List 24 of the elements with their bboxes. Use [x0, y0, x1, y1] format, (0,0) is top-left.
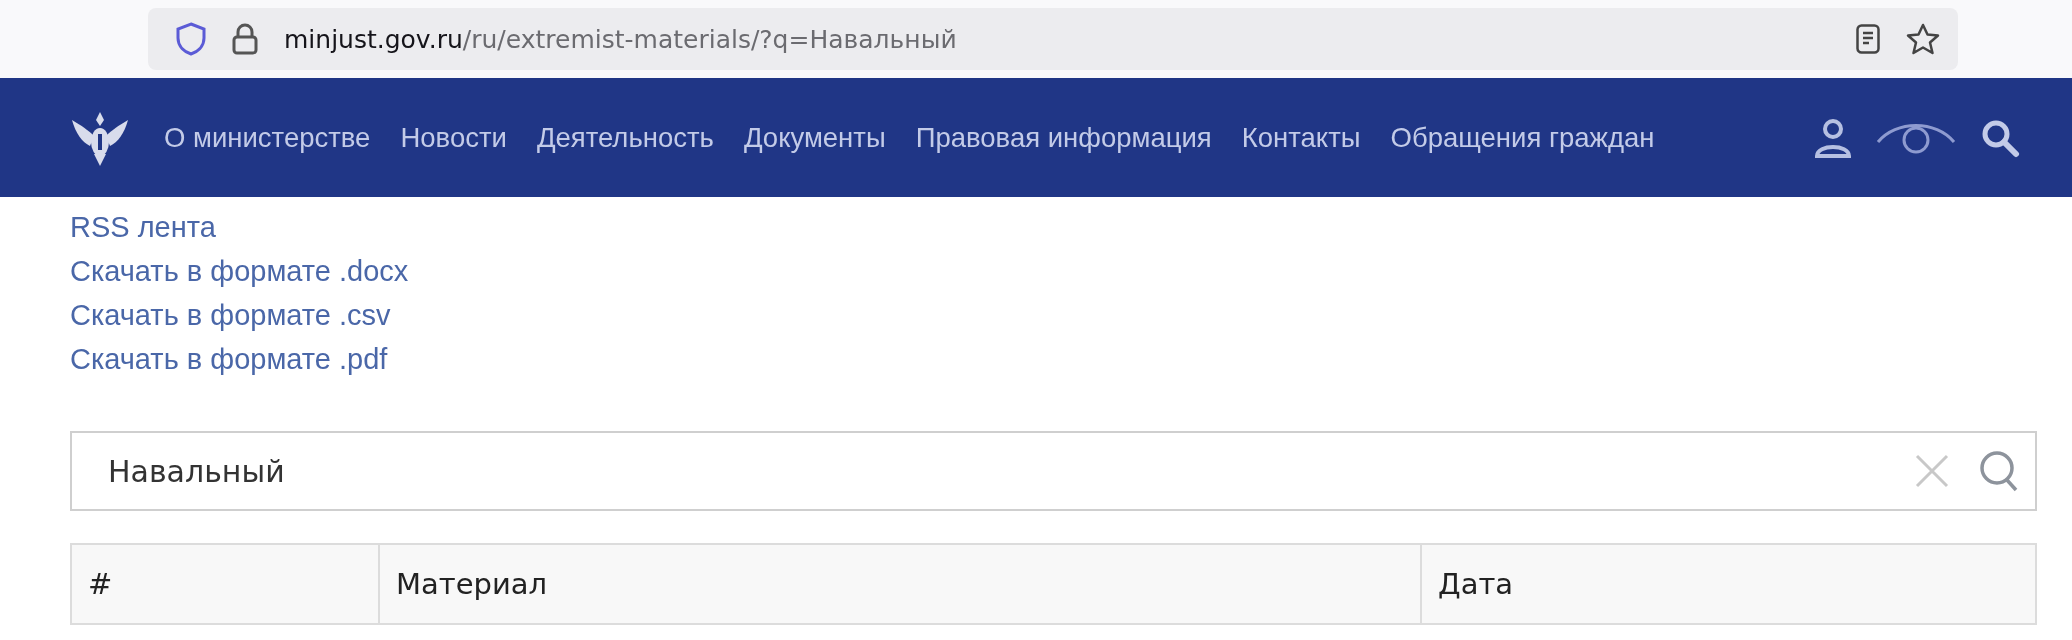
nav-link[interactable]: Обращения граждан — [1390, 121, 1655, 154]
reader-view-icon[interactable] — [1856, 24, 1880, 54]
download-link[interactable]: RSS лента — [70, 205, 216, 249]
search-field[interactable]: Навальный — [70, 431, 2037, 511]
user-icon[interactable] — [1814, 117, 1852, 158]
search-input[interactable]: Навальный — [106, 452, 1885, 490]
search-icon[interactable] — [1979, 450, 2019, 492]
download-link[interactable]: Скачать в формате .csv — [70, 293, 391, 337]
column-header: Материал — [378, 545, 1420, 623]
lock-icon[interactable] — [232, 23, 258, 55]
shield-icon[interactable] — [176, 22, 206, 56]
column-header: Дата — [1420, 545, 2035, 623]
nav-link[interactable]: Правовая информация — [915, 121, 1212, 154]
nav-link[interactable]: Новости — [400, 121, 507, 154]
address-bar[interactable]: minjust.gov.ru/ru/extremist-materials/?q=Навальный — [148, 8, 1958, 70]
url-text: minjust.gov.ru/ru/extremist-materials/?q=Навальный — [284, 24, 958, 54]
star-icon[interactable] — [1906, 23, 1940, 55]
nav-link[interactable]: Документы — [743, 121, 886, 154]
nav-link[interactable]: Деятельность — [536, 121, 714, 154]
download-link[interactable]: Скачать в формате .docx — [70, 249, 409, 293]
download-link[interactable]: Скачать в формате .pdf — [70, 337, 388, 381]
nav-link[interactable]: О министерстве — [164, 121, 371, 154]
column-header: # — [87, 566, 114, 603]
nav-link[interactable]: Контакты — [1241, 121, 1361, 154]
